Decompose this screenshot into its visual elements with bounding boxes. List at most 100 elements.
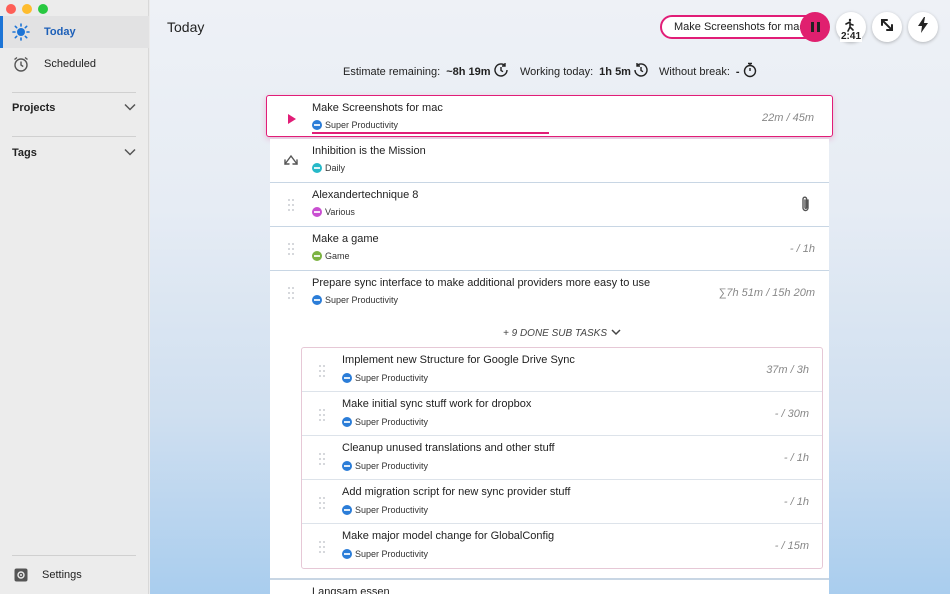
subtask-item[interactable]: Cleanup unused translations and other st… [302, 436, 822, 480]
toggle-fullscreen-button[interactable] [872, 12, 902, 42]
close-window-button[interactable] [6, 4, 16, 14]
task-item[interactable]: Alexandertechnique 8 Various [270, 183, 829, 227]
main-content: Today Make Screenshots for mac 2:41 Esti… [150, 0, 950, 594]
sidebar-item-today[interactable]: Today [0, 16, 149, 48]
sidebar-item-settings[interactable]: Settings [0, 564, 149, 586]
project-color-icon [342, 417, 352, 427]
task-title: Prepare sync interface to make additiona… [312, 277, 651, 289]
task-item-active[interactable]: Make Screenshots for mac Super Productiv… [266, 95, 833, 137]
sidebar-divider [12, 136, 136, 137]
repeat-icon [282, 152, 300, 175]
minimize-window-button[interactable] [22, 4, 32, 14]
project-name: Daily [325, 163, 346, 173]
working-today-stat: Working today: 1h 5m [520, 62, 649, 81]
project-name: Super Productivity [355, 549, 429, 559]
task-time-estimate: - / 1h [789, 243, 815, 255]
done-subtasks-toggle[interactable]: + 9 DONE SUB TASKS [503, 328, 621, 339]
tags-section-toggle[interactable]: Tags [12, 147, 136, 159]
gear-icon [14, 568, 28, 582]
sidebar-divider [12, 92, 136, 93]
subtask-item[interactable]: Implement new Structure for Google Drive… [302, 348, 822, 392]
project-color-icon [312, 207, 322, 217]
task-project-tag[interactable]: Super Productivity [312, 120, 398, 130]
project-color-icon [342, 461, 352, 471]
projects-heading: Projects [12, 102, 56, 114]
chevron-down-icon [124, 102, 136, 114]
chevron-down-icon [611, 328, 621, 339]
task-item[interactable]: Make a game Game - / 1h [270, 227, 829, 271]
project-color-icon [312, 251, 322, 261]
subtask-title: Cleanup unused translations and other st… [342, 442, 555, 454]
task-project-tag[interactable]: Super Productivity [342, 461, 428, 471]
project-name: Super Productivity [355, 373, 429, 383]
task-title: Inhibition is the Mission [312, 145, 426, 157]
chevron-down-icon [124, 147, 136, 159]
task-title: Make a game [312, 233, 379, 245]
project-name: Game [325, 251, 350, 261]
paperclip-icon[interactable] [801, 195, 811, 218]
task-project-tag[interactable]: Super Productivity [342, 373, 428, 383]
drag-handle-icon[interactable] [288, 198, 294, 211]
drag-handle-icon[interactable] [319, 540, 325, 553]
subtask-list: Implement new Structure for Google Drive… [301, 347, 823, 569]
sidebar-item-scheduled[interactable]: Scheduled [0, 48, 149, 80]
subtask-item[interactable]: Add migration script for new sync provid… [302, 480, 822, 524]
subtask-time-estimate: 37m / 3h [766, 364, 809, 376]
subtask-time-estimate: - / 15m [774, 540, 809, 552]
task-project-tag[interactable]: Super Productivity [342, 417, 428, 427]
expand-arrows-icon [879, 17, 895, 38]
project-color-icon [312, 163, 322, 173]
task-item[interactable]: Inhibition is the Mission Daily [270, 139, 829, 183]
task-project-tag[interactable]: Daily [312, 163, 345, 173]
task-project-tag[interactable]: Super Productivity [342, 505, 428, 515]
window-controls [6, 4, 48, 14]
break-label: Without break: [659, 65, 730, 78]
task-project-tag[interactable]: Super Productivity [342, 549, 428, 559]
subtask-item[interactable]: Make initial sync stuff work for dropbox… [302, 392, 822, 436]
task-title: Make Screenshots for mac [312, 102, 443, 114]
task-item[interactable]: Langsam essen [270, 578, 829, 594]
quick-action-button[interactable] [908, 12, 938, 42]
sidebar-item-label: Scheduled [44, 58, 96, 70]
subtask-title: Make initial sync stuff work for dropbox [342, 398, 532, 410]
sidebar-divider [12, 555, 136, 556]
drag-handle-icon[interactable] [319, 408, 325, 421]
project-color-icon [312, 295, 322, 305]
projects-section-toggle[interactable]: Projects [12, 102, 136, 114]
sun-icon [12, 23, 30, 41]
estimate-label: Estimate remaining: [343, 65, 441, 78]
drag-handle-icon[interactable] [319, 364, 325, 377]
sidebar: Today Scheduled Projects Tags Settings [0, 0, 149, 594]
drag-handle-icon[interactable] [288, 242, 294, 255]
project-color-icon [342, 505, 352, 515]
task-project-tag[interactable]: Super Productivity [312, 295, 398, 305]
zoom-window-button[interactable] [38, 4, 48, 14]
pause-icon-bar [816, 22, 820, 32]
drag-handle-icon[interactable] [319, 496, 325, 509]
task-project-tag[interactable]: Game [312, 251, 350, 261]
task-title: Langsam essen [312, 586, 390, 594]
play-icon[interactable] [287, 111, 297, 129]
task-title: Alexandertechnique 8 [312, 189, 419, 201]
drag-handle-icon[interactable] [288, 286, 294, 299]
without-break-stat: Without break: - [659, 62, 758, 81]
task-time-estimate: 22m / 45m [762, 112, 814, 124]
subtask-item[interactable]: Make major model change for GlobalConfig… [302, 524, 822, 568]
timer-badge: 2:41 [840, 31, 863, 42]
clock-icon [491, 62, 509, 81]
project-name: Various [325, 207, 355, 217]
subtask-title: Add migration script for new sync provid… [342, 486, 571, 498]
pause-icon-bar [810, 22, 814, 32]
working-label: Working today: [520, 65, 594, 78]
project-name: Super Productivity [325, 120, 399, 130]
working-value: 1h 5m [599, 65, 631, 78]
pause-button[interactable] [800, 12, 830, 42]
estimate-value: ~8h 19m [446, 65, 491, 78]
task-project-tag[interactable]: Various [312, 207, 355, 217]
subtask-title: Make major model change for GlobalConfig [342, 530, 555, 542]
project-name: Super Productivity [355, 461, 429, 471]
subtask-time-estimate: - / 1h [783, 496, 809, 508]
drag-handle-icon[interactable] [319, 452, 325, 465]
estimate-remaining-stat: Estimate remaining: ~8h 19m [343, 62, 509, 81]
project-name: Super Productivity [325, 295, 399, 305]
